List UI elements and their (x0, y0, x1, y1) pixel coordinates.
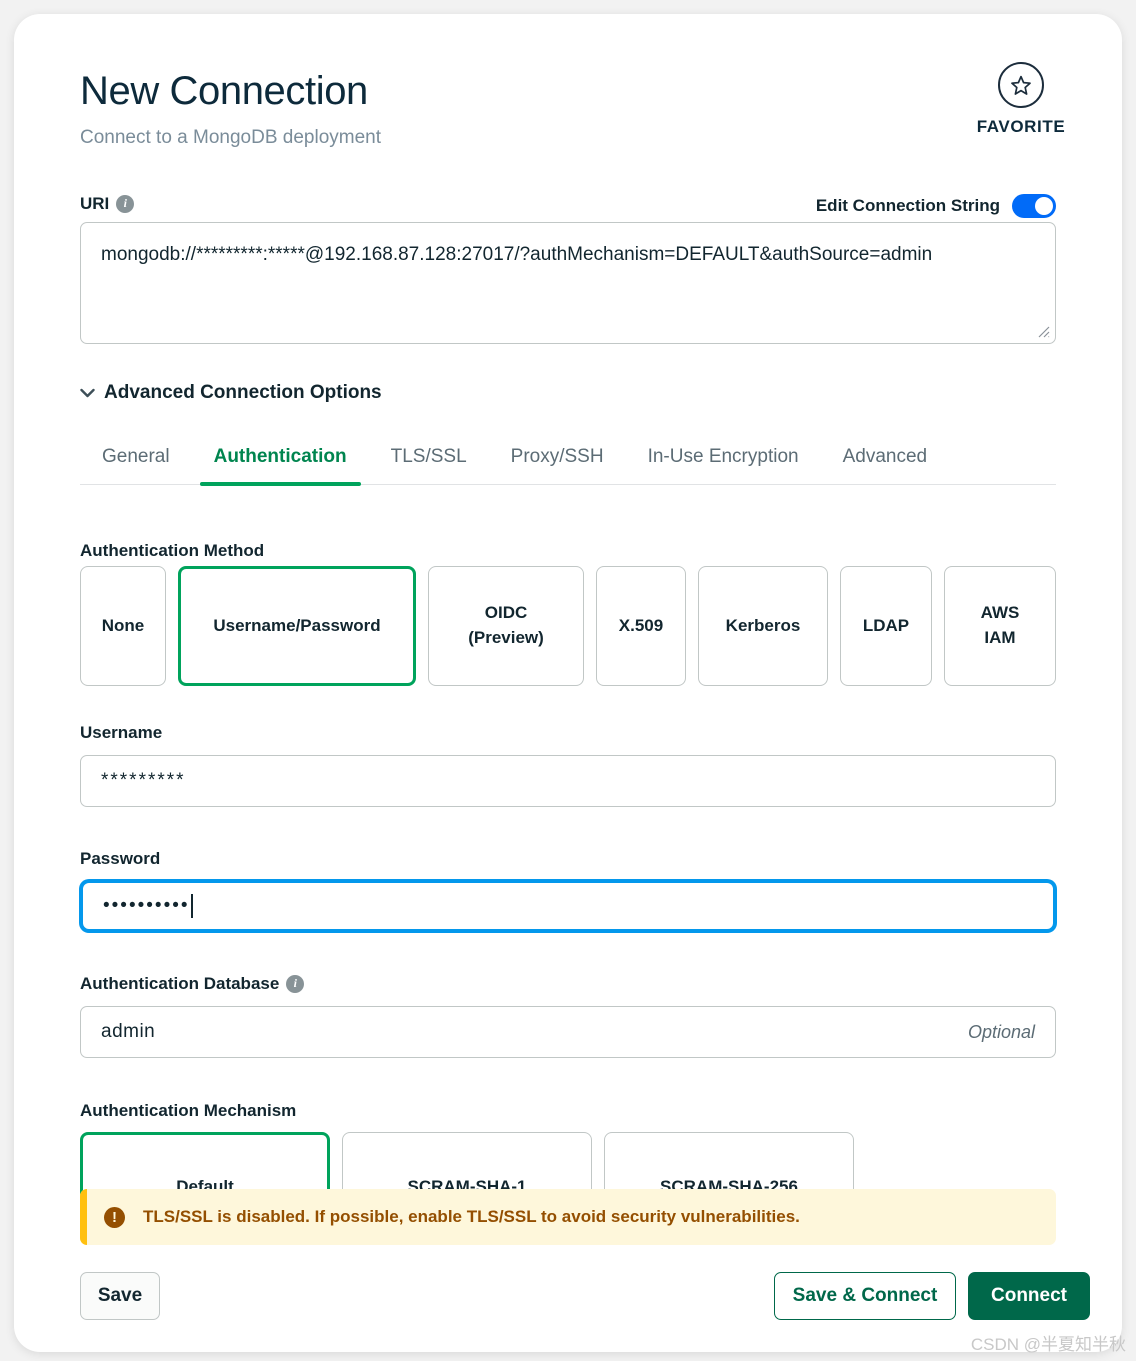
tab-proxy-ssh[interactable]: Proxy/SSH (489, 446, 626, 484)
exclamation-icon: ! (104, 1206, 125, 1228)
uri-label: URI i (80, 194, 135, 214)
edit-connection-string-label: Edit Connection String (815, 196, 1000, 215)
tab-advanced[interactable]: Advanced (821, 446, 950, 484)
username-value: ********* (101, 770, 186, 791)
username-label: Username (80, 723, 163, 742)
password-input[interactable]: •••••••••• (80, 880, 1056, 932)
auth-database-optional-hint: Optional (967, 1021, 1035, 1042)
text-caret (190, 894, 193, 918)
auth-method-options: None Username/Password OIDC (Preview) X.509… (80, 566, 1056, 686)
page-title: New Connection (80, 69, 368, 113)
advanced-connection-options-toggle[interactable]: Advanced Connection Options (80, 382, 382, 404)
save-button[interactable]: Save (80, 1272, 160, 1320)
auth-method-option-kerberos[interactable]: Kerberos (698, 566, 828, 686)
password-label: Password (80, 849, 161, 868)
save-and-connect-button[interactable]: Save & Connect (774, 1272, 956, 1320)
option-label: Username/Password (213, 615, 381, 635)
favorite-label: FAVORITE (976, 117, 1066, 136)
auth-database-label-text: Authentication Database (80, 974, 280, 993)
username-input[interactable]: ********* (80, 755, 1056, 807)
auth-mechanism-label: Authentication Mechanism (80, 1101, 297, 1120)
uri-label-text: URI (80, 194, 110, 213)
auth-method-label: Authentication Method (80, 541, 265, 560)
option-label: AWS IAM (980, 603, 1020, 647)
chevron-down-icon (80, 388, 95, 398)
info-icon[interactable]: i (286, 974, 305, 993)
password-value: •••••••••• (103, 895, 190, 916)
edit-connection-string-control[interactable]: Edit Connection String (816, 194, 1056, 218)
connection-dialog-card: New Connection Connect to a MongoDB depl… (14, 14, 1122, 1352)
auth-method-option-none[interactable]: None (80, 566, 166, 686)
advanced-connection-options-label: Advanced Connection Options (104, 382, 382, 403)
info-icon[interactable]: i (116, 194, 135, 213)
auth-database-value: admin (101, 1021, 156, 1042)
connection-options-tabs: General Authentication TLS/SSL Proxy/SSH In-… (80, 446, 1056, 486)
star-icon (998, 62, 1044, 108)
option-label: None (101, 615, 145, 635)
option-label: X.509 (618, 615, 664, 635)
tab-authentication[interactable]: Authentication (192, 446, 369, 486)
connect-button[interactable]: Connect (968, 1272, 1090, 1320)
auth-method-option-x-509[interactable]: X.509 (596, 566, 686, 686)
option-label: LDAP (862, 615, 910, 635)
uri-input[interactable] (80, 222, 1056, 344)
watermark: CSDN @半夏知半秋 (970, 1335, 1126, 1354)
auth-method-option-oidc-preview[interactable]: OIDC (Preview) (428, 566, 584, 686)
auth-database-input[interactable]: admin Optional (80, 1006, 1056, 1058)
auth-method-option-ldap[interactable]: LDAP (840, 566, 932, 686)
option-label: Kerberos (725, 615, 801, 635)
page-subtitle: Connect to a MongoDB deployment (80, 127, 382, 148)
tls-warning-text: TLS/SSL is disabled. If possible, enable… (143, 1207, 800, 1226)
tab-in-use-encryption[interactable]: In-Use Encryption (626, 446, 821, 484)
tls-warning-banner: ! TLS/SSL is disabled. If possible, enab… (80, 1189, 1056, 1245)
tab-tls-ssl[interactable]: TLS/SSL (369, 446, 489, 484)
favorite-button[interactable]: FAVORITE (966, 62, 1076, 137)
auth-method-option-username-password[interactable]: Username/Password (178, 566, 416, 686)
tab-general[interactable]: General (80, 446, 192, 484)
auth-method-option-aws-iam[interactable]: AWS IAM (944, 566, 1056, 686)
option-label: OIDC (Preview) (468, 603, 544, 647)
edit-connection-string-toggle[interactable] (1012, 194, 1056, 218)
auth-database-label: Authentication Database i (80, 974, 305, 994)
